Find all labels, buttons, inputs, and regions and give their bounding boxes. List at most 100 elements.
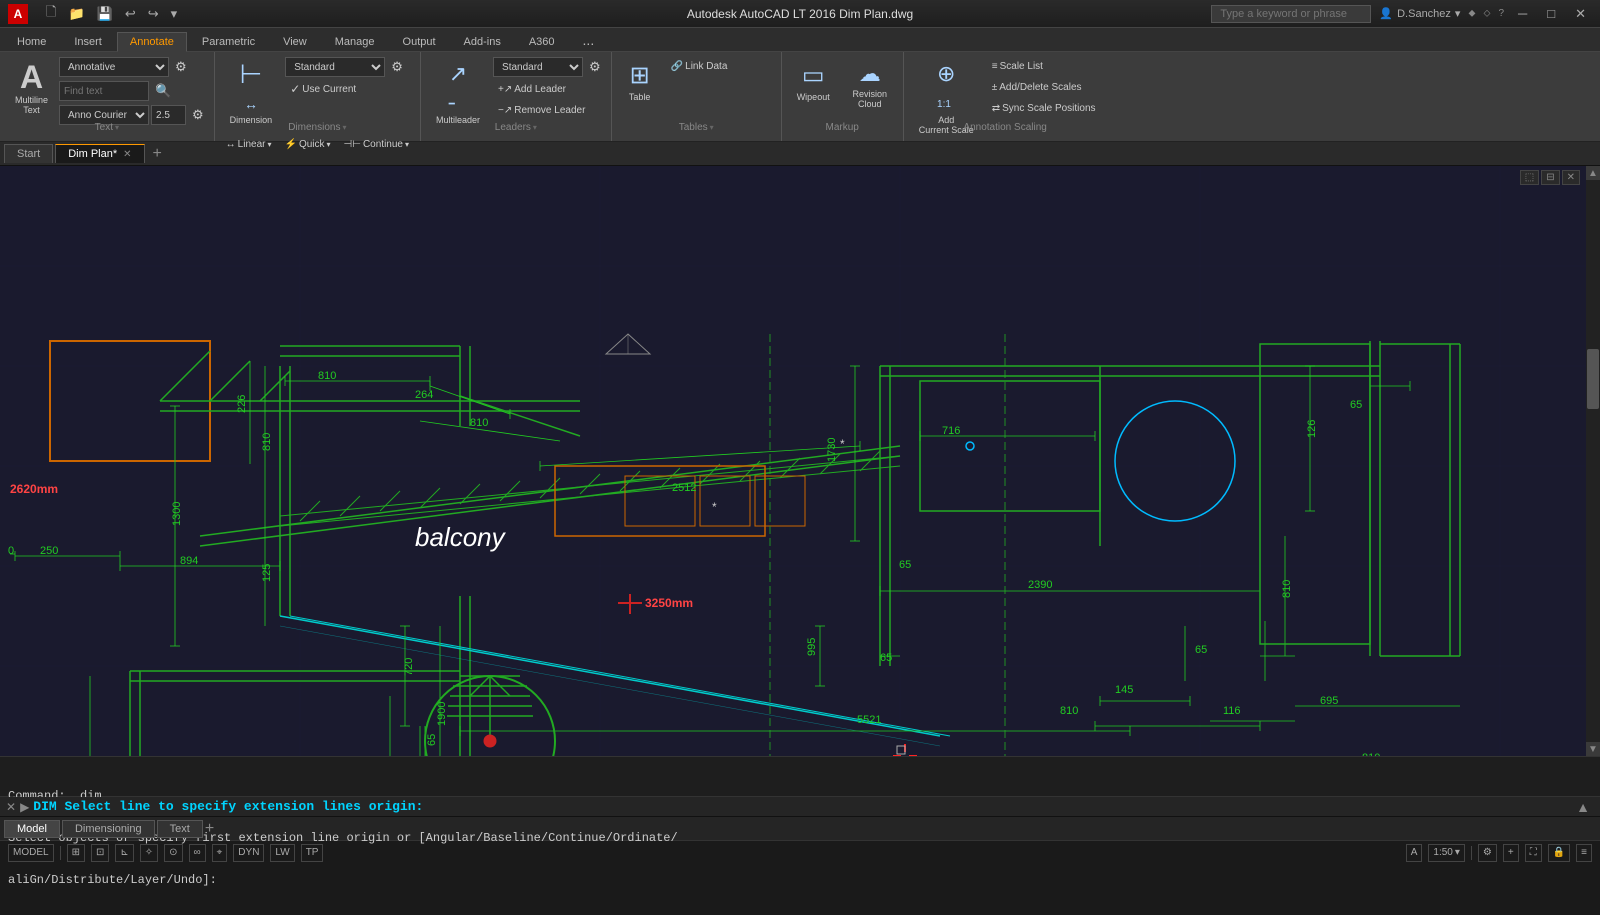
bottom-tab-text[interactable]: Text (157, 820, 203, 838)
text-style-dropdown[interactable]: Annotative (59, 57, 169, 77)
osnap-btn[interactable]: ⊙ (164, 844, 182, 862)
quick-dropdown-arrow[interactable]: ▾ (327, 140, 331, 149)
customize-btn[interactable]: ≡ (1576, 844, 1592, 862)
svg-text:2512: 2512 (672, 482, 696, 494)
vertical-scrollbar[interactable]: ▲ ▼ (1586, 166, 1600, 756)
add-delete-label: Add/Delete Scales (999, 82, 1081, 93)
tab-parametric[interactable]: Parametric (189, 32, 268, 51)
dim-style-config-btn[interactable]: ⚙ (387, 57, 407, 77)
add-delete-scales-btn[interactable]: ± Add/Delete Scales (987, 77, 1101, 97)
linear-btn[interactable]: ↔ Linear ▾ (221, 134, 277, 154)
multiline-text-btn[interactable]: A MultilineText (6, 56, 57, 120)
find-text-input[interactable] (59, 81, 149, 101)
dimension-btn[interactable]: ⊢↔ Dimension (221, 56, 282, 130)
canvas-float-btn[interactable]: ⊟ (1541, 170, 1559, 185)
add-leader-btn[interactable]: +↗ Add Leader (493, 79, 605, 99)
remove-leader-btn[interactable]: −↗ Remove Leader (493, 100, 605, 120)
multileader-btn[interactable]: ↗━ Multileader (427, 56, 489, 130)
tab-home[interactable]: Home (4, 32, 59, 51)
leaders-group-label[interactable]: Leaders ▾ (421, 120, 611, 137)
continue-dropdown-arrow[interactable]: ▾ (405, 140, 409, 149)
svg-text:3250mm: 3250mm (645, 596, 693, 610)
text-style-config-btn[interactable]: ⚙ (171, 57, 191, 77)
ducs-btn[interactable]: ⌖ (212, 844, 228, 862)
dim-style-dropdown[interactable]: Standard (285, 57, 385, 77)
sync-scale-btn[interactable]: ⇄ Sync Scale Positions (987, 98, 1101, 118)
dimplan-close-btn[interactable]: ✕ (123, 149, 131, 160)
tab-annotate[interactable]: Annotate (117, 32, 187, 52)
grid-btn[interactable]: ⊞ (67, 844, 85, 862)
doc-tab-start[interactable]: Start (4, 144, 53, 163)
save-btn[interactable]: 💾 (93, 4, 117, 24)
new-btn[interactable]: 🗋 (42, 1, 60, 27)
snap-btn[interactable]: ⊡ (91, 844, 109, 862)
maximize-btn[interactable]: □ (1541, 4, 1561, 23)
quick-access-toolbar: 🗋 📁 💾 ↩ ↪ ▾ (42, 1, 181, 27)
remove-leader-label: Remove Leader (514, 105, 585, 116)
svg-text:810: 810 (318, 370, 336, 382)
polar-btn[interactable]: ✧ (140, 844, 158, 862)
find-text-btn[interactable]: 🔍 (151, 81, 175, 101)
table-btn[interactable]: ⊞ Table (618, 56, 662, 107)
scale-btn[interactable]: 1:50 ▾ (1428, 844, 1465, 862)
dimensions-group-label[interactable]: Dimensions ▾ (215, 120, 420, 137)
tab-addins[interactable]: Add-ins (451, 32, 514, 51)
canvas-close-btn[interactable]: ✕ (1562, 170, 1580, 185)
tab-a360[interactable]: A360 (516, 32, 568, 51)
otrack-btn[interactable]: ∞ (189, 844, 206, 862)
qa-more-btn[interactable]: ▾ (167, 4, 182, 24)
fullscreen-btn[interactable]: ⛶ (1525, 844, 1542, 862)
close-btn[interactable]: ✕ (1569, 4, 1592, 24)
scroll-thumb[interactable] (1587, 349, 1599, 409)
leader-style-config[interactable]: ⚙ (585, 57, 605, 77)
continue-btn[interactable]: ⊣⊢ Continue ▾ (339, 134, 414, 154)
tab-view[interactable]: View (270, 32, 320, 51)
link-data-btn[interactable]: 🔗 Link Data (666, 56, 733, 76)
minimize-btn[interactable]: ─ (1512, 4, 1533, 23)
text-group-label[interactable]: Text ▾ (0, 120, 214, 137)
svg-text:5521: 5521 (857, 714, 881, 726)
tables-group-label[interactable]: Tables ▾ (612, 120, 781, 137)
cmd-input[interactable] (33, 799, 1568, 814)
scale-dropdown-arrow: ▾ (1455, 847, 1460, 858)
tab-manage[interactable]: Manage (322, 32, 388, 51)
help-search[interactable] (1211, 5, 1371, 23)
tp-btn[interactable]: TP (301, 844, 324, 862)
workspace-btn[interactable]: ⚙ (1478, 844, 1497, 862)
cmd-arrow-btn[interactable]: ▶ (20, 800, 29, 814)
scroll-track[interactable] (1586, 180, 1600, 742)
dyn-btn[interactable]: DYN (233, 844, 264, 862)
ortho-btn[interactable]: ⊾ (115, 844, 133, 862)
bottom-tab-dimensioning[interactable]: Dimensioning (62, 820, 155, 838)
scroll-up-btn[interactable]: ▲ (1586, 166, 1600, 180)
open-btn[interactable]: 📁 (64, 4, 88, 24)
lock-btn[interactable]: 🔒 (1548, 844, 1570, 862)
wipeout-btn[interactable]: ▭ Wipeout (788, 56, 839, 107)
bottom-tab-model[interactable]: Model (4, 820, 60, 838)
redo-btn[interactable]: ↪ (144, 4, 163, 24)
leader-style-dropdown[interactable]: Standard (493, 57, 583, 77)
doc-tab-dimplan[interactable]: Dim Plan* ✕ (55, 144, 144, 163)
linear-dropdown-arrow[interactable]: ▾ (267, 140, 271, 149)
svg-text:126: 126 (1306, 420, 1318, 438)
zoom-in-btn[interactable]: + (1503, 844, 1519, 862)
add-doc-tab-btn[interactable]: + (147, 145, 168, 163)
lw-btn[interactable]: LW (270, 844, 294, 862)
scale-list-btn[interactable]: ≡ Scale List (987, 56, 1101, 76)
add-bottom-tab-btn[interactable]: + (205, 820, 214, 838)
model-space-btn[interactable]: MODEL (8, 844, 54, 862)
tab-insert[interactable]: Insert (61, 32, 115, 51)
cmd-expand-btn[interactable]: ▲ (1572, 799, 1594, 815)
use-current-btn[interactable]: ✓ Use Current (285, 79, 407, 99)
cmd-x-btn[interactable]: ✕ (6, 800, 16, 814)
add-leader-icon: +↗ (498, 84, 512, 95)
quick-btn[interactable]: ⚡ Quick ▾ (280, 134, 336, 154)
tab-more[interactable]: ... (570, 28, 608, 51)
revision-cloud-btn[interactable]: ☁ RevisionCloud (843, 56, 897, 114)
undo-btn[interactable]: ↩ (121, 4, 140, 24)
canvas-area[interactable]: * * (0, 166, 1600, 756)
tab-output[interactable]: Output (390, 32, 449, 51)
annotation-scale-btn[interactable]: A (1406, 844, 1423, 862)
scroll-down-btn[interactable]: ▼ (1586, 742, 1600, 756)
canvas-restore-btn[interactable]: ⬚ (1520, 170, 1539, 185)
